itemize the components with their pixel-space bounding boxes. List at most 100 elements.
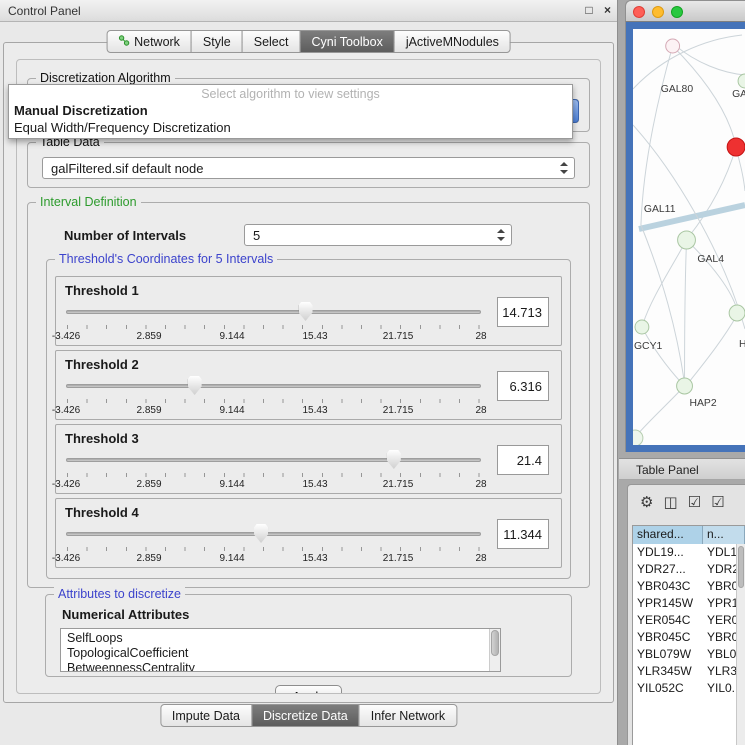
select-rows-icon[interactable]: ☑ xyxy=(688,493,701,511)
slider-track[interactable] xyxy=(66,458,481,462)
network-edge[interactable] xyxy=(673,46,736,147)
tick-label: 15.43 xyxy=(302,331,327,342)
table-scrollbar-thumb[interactable] xyxy=(738,546,744,588)
num-intervals-select[interactable]: 5 xyxy=(244,224,512,246)
table-row[interactable]: YIL052CYIL0... xyxy=(633,680,745,697)
network-edge[interactable] xyxy=(643,329,683,384)
attribute-item[interactable]: BetweennessCentrality xyxy=(61,661,500,672)
tab-network[interactable]: Network xyxy=(106,30,192,53)
slider-track[interactable] xyxy=(66,310,481,314)
table-panel-title: Table Panel xyxy=(636,463,699,477)
float-panel-icon[interactable]: □ xyxy=(585,3,592,17)
apply-button[interactable]: Apply xyxy=(275,685,342,694)
table-row[interactable]: YBL079WYBL0... xyxy=(633,646,745,663)
threshold-2-value-field[interactable]: 6.316 xyxy=(497,371,549,401)
select-columns-icon[interactable]: ☑ xyxy=(711,493,724,511)
tick-label: 21.715 xyxy=(383,331,414,342)
list-scrollbar-thumb[interactable] xyxy=(491,630,499,656)
table-cell[interactable]: YLR345W xyxy=(633,663,703,680)
close-panel-icon[interactable]: × xyxy=(604,3,611,17)
table-cell[interactable]: YPR145W xyxy=(633,595,703,612)
tab-label: Cyni Toolbox xyxy=(311,35,382,49)
network-edge[interactable] xyxy=(636,388,683,436)
zoom-window-icon[interactable] xyxy=(671,6,683,18)
network-node[interactable] xyxy=(678,231,696,249)
threshold-1-slider[interactable]: -3.4262.8599.14415.4321.71528 xyxy=(66,301,481,343)
node-label: GAL80 xyxy=(661,84,694,95)
tab-jactivemnodules[interactable]: jActiveMNodules xyxy=(394,30,511,53)
network-edge[interactable] xyxy=(641,46,673,225)
table-data-select[interactable]: galFiltered.sif default node xyxy=(42,157,575,179)
threshold-3-slider[interactable]: -3.4262.8599.14415.4321.71528 xyxy=(66,449,481,491)
tick-label: 9.144 xyxy=(219,331,244,342)
slider-thumb[interactable] xyxy=(299,302,313,321)
table-row[interactable]: YPR145WYPR1... xyxy=(633,595,745,612)
slider-track[interactable] xyxy=(66,384,481,388)
slider-thumb[interactable] xyxy=(254,524,268,543)
table-row[interactable]: YDR27...YDR2... xyxy=(633,561,745,578)
minimize-window-icon[interactable] xyxy=(652,6,664,18)
combo-arrows-icon xyxy=(497,229,505,241)
table-cell[interactable]: YIL052C xyxy=(633,680,703,697)
network-node[interactable] xyxy=(729,305,745,321)
network-node[interactable] xyxy=(738,74,745,88)
slider-track[interactable] xyxy=(66,532,481,536)
network-edge[interactable] xyxy=(675,45,745,75)
network-node[interactable] xyxy=(633,430,643,445)
list-scrollbar[interactable] xyxy=(489,629,500,671)
table-row[interactable]: YBR043CYBR0... xyxy=(633,578,745,595)
combo-value: galFiltered.sif default node xyxy=(51,161,203,176)
tick-label: 28 xyxy=(475,553,486,564)
threshold-2-slider[interactable]: -3.4262.8599.14415.4321.71528 xyxy=(66,375,481,417)
numerical-attributes-list[interactable]: SelfLoopsTopologicalCoefficientBetweenne… xyxy=(60,628,501,672)
columns-icon[interactable]: ◫ xyxy=(663,493,677,511)
network-edge[interactable] xyxy=(685,241,687,383)
close-window-icon[interactable] xyxy=(633,6,645,18)
dropdown-item-equal-width-frequency[interactable]: Equal Width/Frequency Discretization xyxy=(9,119,572,136)
table-cell[interactable]: YER054C xyxy=(633,612,703,629)
table-row[interactable]: YER054CYER0... xyxy=(633,612,745,629)
attribute-item[interactable]: TopologicalCoefficient xyxy=(61,646,500,661)
network-node[interactable] xyxy=(666,39,680,53)
table-row[interactable]: YLR345WYLR3... xyxy=(633,663,745,680)
column-header-shared-name[interactable]: shared... xyxy=(633,526,703,544)
tick-label: -3.426 xyxy=(52,331,80,342)
network-graph[interactable]: GAL80GAGAL11GAL4GCY1HHAP2 xyxy=(633,29,745,445)
node-attribute-table: shared... n... YDL19...YDL1...YDR27...YD… xyxy=(632,525,745,745)
network-node[interactable] xyxy=(727,138,745,156)
network-canvas[interactable]: GAL80GAGAL11GAL4GCY1HHAP2 xyxy=(633,29,745,445)
table-scrollbar[interactable] xyxy=(736,544,745,745)
tab-select[interactable]: Select xyxy=(242,30,301,53)
network-window-titlebar[interactable] xyxy=(625,0,745,22)
tab-style[interactable]: Style xyxy=(191,30,243,53)
combo-arrows-icon xyxy=(560,162,568,174)
network-edge[interactable] xyxy=(689,147,737,237)
table-cell[interactable]: YBR043C xyxy=(633,578,703,595)
slider-thumb[interactable] xyxy=(387,450,401,469)
network-node[interactable] xyxy=(635,320,649,334)
threshold-3-value-field[interactable]: 21.4 xyxy=(497,445,549,475)
tab-cyni-toolbox[interactable]: Cyni Toolbox xyxy=(299,30,394,53)
table-cell[interactable]: YDR27... xyxy=(633,561,703,578)
network-node[interactable] xyxy=(677,378,693,394)
tick-label: 15.43 xyxy=(302,553,327,564)
settings-icon[interactable]: ⚙ xyxy=(640,493,653,511)
attribute-item[interactable]: SelfLoops xyxy=(61,631,500,646)
table-cell[interactable]: YBR045C xyxy=(633,629,703,646)
threshold-4-slider[interactable]: -3.4262.8599.14415.4321.71528 xyxy=(66,523,481,565)
network-edge[interactable] xyxy=(688,315,738,384)
threshold-1-value-field[interactable]: 14.713 xyxy=(497,297,549,327)
network-edge[interactable] xyxy=(687,240,738,310)
dropdown-item-manual-discretization[interactable]: Manual Discretization xyxy=(9,102,572,119)
table-row[interactable]: YDL19...YDL1... xyxy=(633,544,745,561)
table-row[interactable]: YBR045CYBR0... xyxy=(633,629,745,646)
tab-discretize-data[interactable]: Discretize Data xyxy=(251,704,360,727)
tab-infer-network[interactable]: Infer Network xyxy=(359,704,457,727)
table-cell[interactable]: YDL19... xyxy=(633,544,703,561)
threshold-4-value-field[interactable]: 11.344 xyxy=(497,519,549,549)
table-cell[interactable]: YBL079W xyxy=(633,646,703,663)
tab-impute-data[interactable]: Impute Data xyxy=(160,704,252,727)
column-header-name[interactable]: n... xyxy=(703,526,745,544)
network-edge[interactable] xyxy=(643,240,687,324)
slider-thumb[interactable] xyxy=(188,376,202,395)
